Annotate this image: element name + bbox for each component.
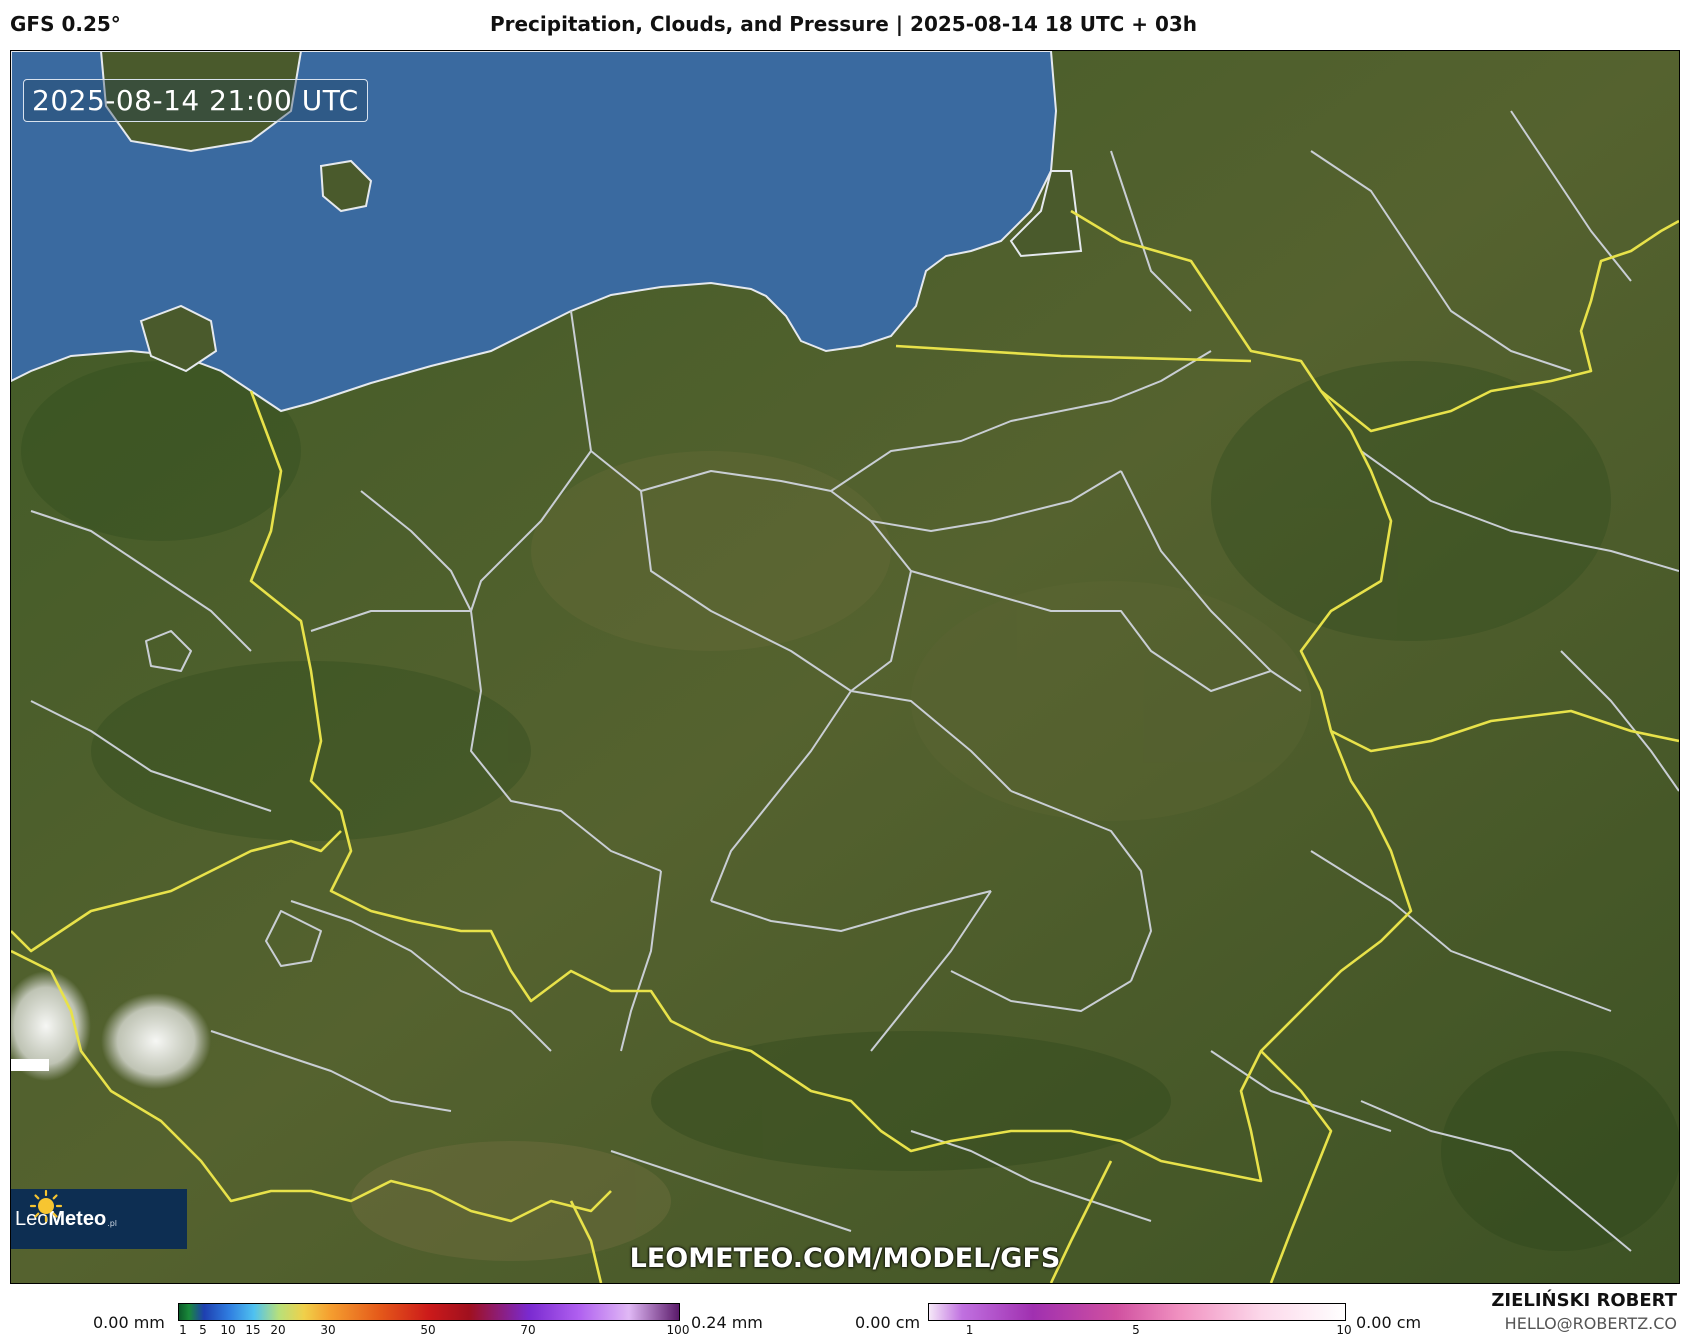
author-block: ZIELIŃSKI ROBERT HELLO@ROBERTZ.CO bbox=[1491, 1290, 1677, 1333]
precip-tick-15: 15 bbox=[245, 1323, 261, 1337]
author-name: ZIELIŃSKI ROBERT bbox=[1491, 1290, 1677, 1311]
leometeo-logo[interactable]: LeoMeteo .pl bbox=[11, 1189, 187, 1249]
precip-tick-10: 10 bbox=[220, 1323, 236, 1337]
map-title: Precipitation, Clouds, and Pressure | 20… bbox=[489, 12, 1198, 36]
valid-time-label: 2025-08-14 21:00 UTC bbox=[23, 79, 368, 122]
precip-tick-1: 1 bbox=[179, 1323, 187, 1337]
precip-tick-100: 100 bbox=[666, 1323, 690, 1337]
map-canvas bbox=[11, 51, 1679, 1283]
precip-color-scale bbox=[178, 1303, 680, 1321]
precip-tick-20: 20 bbox=[270, 1323, 286, 1337]
precip-tick-5: 5 bbox=[199, 1323, 207, 1337]
logo-suffix: .pl bbox=[107, 1218, 118, 1228]
precip-tick-30: 30 bbox=[320, 1323, 336, 1337]
site-watermark: LEOMETEO.COM/MODEL/GFS bbox=[629, 1243, 1061, 1274]
snow-tick-5: 5 bbox=[1132, 1323, 1140, 1337]
sun-icon bbox=[29, 1189, 63, 1223]
map-panel: 2025-08-14 21:00 UTC LeoMeteo .pl LEOMET… bbox=[10, 50, 1680, 1284]
precip-legend-min: 0.00 mm bbox=[93, 1313, 165, 1332]
precip-tick-70: 70 bbox=[520, 1323, 536, 1337]
snow-color-scale bbox=[928, 1303, 1346, 1321]
precip-tick-50: 50 bbox=[420, 1323, 436, 1337]
precip-legend-max: 0.24 mm bbox=[691, 1313, 763, 1332]
snow-legend-min: 0.00 cm bbox=[855, 1313, 921, 1332]
snow-legend-max: 0.00 cm bbox=[1356, 1313, 1422, 1332]
snow-tick-1: 1 bbox=[965, 1323, 974, 1337]
snow-tick-10: 10 bbox=[1336, 1323, 1352, 1337]
author-email[interactable]: HELLO@ROBERTZ.CO bbox=[1491, 1314, 1677, 1333]
